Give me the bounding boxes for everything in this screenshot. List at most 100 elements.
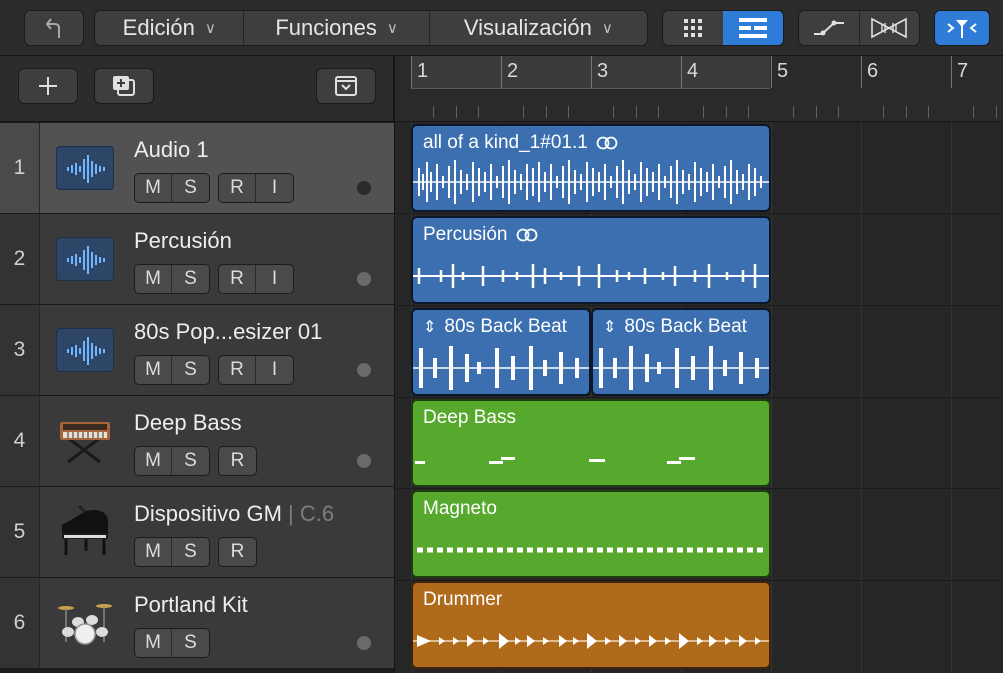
record-dot-icon[interactable] <box>357 454 371 468</box>
mute-button[interactable]: M <box>135 447 172 475</box>
solo-button[interactable]: S <box>172 629 209 657</box>
track-header[interactable]: 5 Dispositivo GM | C.6 M S R <box>0 487 394 578</box>
record-enable-button[interactable]: R <box>219 447 256 475</box>
mute-button[interactable]: M <box>135 629 172 657</box>
mute-solo-group: M S <box>134 537 210 567</box>
track-number: 2 <box>0 214 40 304</box>
tracks-area[interactable]: all of a kind_1#01.1 Percusión ⇕ 80s Bac… <box>394 122 1003 673</box>
mute-button[interactable]: M <box>135 265 172 293</box>
chevron-down-icon: ∨ <box>386 20 398 37</box>
track-header[interactable]: 3 80s Pop...esizer 01 M S R I <box>0 305 394 396</box>
bar-ruler[interactable]: 1 2 3 4 5 6 7 <box>394 56 1003 122</box>
track-buttons: M S R I <box>134 173 294 203</box>
region-title: ⇕ 80s Back Beat <box>423 316 567 338</box>
automation-group <box>798 10 920 46</box>
track-number: 5 <box>0 487 40 577</box>
track-buttons: M S R <box>134 446 257 476</box>
audio-region[interactable]: all of a kind_1#01.1 <box>411 124 771 212</box>
back-button[interactable] <box>24 10 84 46</box>
track-number: 1 <box>0 123 40 213</box>
list-view-button[interactable] <box>723 11 783 45</box>
audio-waveform-icon <box>56 146 114 190</box>
solo-button[interactable]: S <box>172 538 209 566</box>
track-channel: | C.6 <box>288 501 335 526</box>
record-group: R <box>218 537 257 567</box>
bar-number: 1 <box>417 60 429 82</box>
bar-number: 6 <box>867 60 879 82</box>
toolbar: Edición ∨ Funciones ∨ Visualización ∨ <box>0 0 1003 56</box>
catch-playhead-button[interactable] <box>934 10 990 46</box>
region-label: 80s Back Beat <box>444 316 567 337</box>
flex-button[interactable] <box>860 11 920 45</box>
track-options-button[interactable] <box>316 68 376 104</box>
record-enable-button[interactable]: R <box>219 356 256 384</box>
record-dot-icon[interactable] <box>357 181 371 195</box>
audio-region[interactable]: ⇕ 80s Back Beat <box>591 308 771 396</box>
track-name[interactable]: Percusión <box>134 228 232 254</box>
duplicate-track-button[interactable] <box>94 68 154 104</box>
track-icon <box>56 325 114 375</box>
track-name[interactable]: Deep Bass <box>134 410 242 436</box>
track-name[interactable]: Audio 1 <box>134 137 209 163</box>
menu-view-label: Visualización <box>463 15 592 40</box>
track-icon <box>56 234 114 284</box>
record-dot-icon[interactable] <box>357 636 371 650</box>
record-enable-button[interactable]: R <box>219 174 256 202</box>
input-monitor-button[interactable]: I <box>256 265 293 293</box>
record-dot-icon[interactable] <box>357 363 371 377</box>
audio-region[interactable]: ⇕ 80s Back Beat <box>411 308 591 396</box>
waveform <box>413 346 589 390</box>
solo-button[interactable]: S <box>172 265 209 293</box>
record-group: R <box>218 446 257 476</box>
mute-solo-group: M S <box>134 355 210 385</box>
mute-solo-group: M S <box>134 173 210 203</box>
grid-view-button[interactable] <box>663 11 723 45</box>
bar-number: 7 <box>957 60 969 82</box>
region-title: Deep Bass <box>423 407 516 429</box>
menu-view[interactable]: Visualización ∨ <box>430 11 647 45</box>
menu-bar: Edición ∨ Funciones ∨ Visualización ∨ <box>94 10 648 46</box>
duplicate-icon <box>113 76 135 96</box>
mute-button[interactable]: M <box>135 174 172 202</box>
add-track-button[interactable] <box>18 68 78 104</box>
region-label: Magneto <box>423 498 497 519</box>
track-name[interactable]: Portland Kit <box>134 592 248 618</box>
menu-functions[interactable]: Funciones ∨ <box>244 11 430 45</box>
chevron-down-icon: ∨ <box>601 20 613 37</box>
track-header[interactable]: 4 Deep Bass M S R <box>0 396 394 487</box>
waveform <box>413 264 769 288</box>
record-dot-icon[interactable] <box>357 272 371 286</box>
record-input-group: R I <box>218 264 294 294</box>
menu-edit[interactable]: Edición ∨ <box>95 11 245 45</box>
automation-button[interactable] <box>799 11 860 45</box>
solo-button[interactable]: S <box>172 174 209 202</box>
region-label: 80s Back Beat <box>624 316 747 337</box>
waveform <box>413 160 769 204</box>
track-name[interactable]: 80s Pop...esizer 01 <box>134 319 322 345</box>
track-name[interactable]: Dispositivo GM | C.6 <box>134 501 334 527</box>
track-header[interactable]: 2 Percusión M S R I <box>0 214 394 305</box>
drummer-region[interactable]: Drummer <box>411 581 771 669</box>
record-enable-button[interactable]: R <box>219 538 256 566</box>
midi-region[interactable]: Magneto <box>411 490 771 578</box>
input-monitor-button[interactable]: I <box>256 174 293 202</box>
region-title: all of a kind_1#01.1 <box>423 132 618 154</box>
record-enable-button[interactable]: R <box>219 265 256 293</box>
mute-button[interactable]: M <box>135 538 172 566</box>
track-header[interactable]: 1 Audio 1 M S R I <box>0 123 394 214</box>
flex-time-icon <box>871 17 908 39</box>
input-monitor-button[interactable]: I <box>256 356 293 384</box>
bar-marker <box>501 56 502 88</box>
solo-button[interactable]: S <box>172 356 209 384</box>
mute-button[interactable]: M <box>135 356 172 384</box>
mute-solo-group: M S <box>134 446 210 476</box>
chevron-box-icon <box>335 76 357 96</box>
midi-region[interactable]: Deep Bass <box>411 399 771 487</box>
track-header[interactable]: 6 Portland Kit M S <box>0 578 394 669</box>
region-label: Drummer <box>423 589 503 610</box>
track-buttons: M S <box>134 628 210 658</box>
audio-region[interactable]: Percusión <box>411 216 771 304</box>
synthesizer-icon <box>56 416 114 466</box>
solo-button[interactable]: S <box>172 447 209 475</box>
grid-icon <box>684 19 702 37</box>
